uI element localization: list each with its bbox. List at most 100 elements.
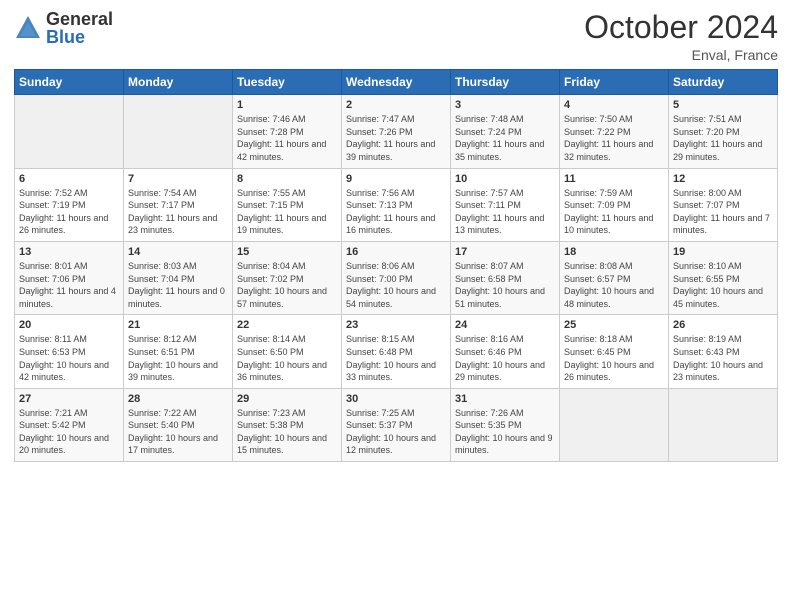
day-number: 10 xyxy=(455,173,555,185)
day-info: Sunrise: 8:07 AMSunset: 6:58 PMDaylight:… xyxy=(455,260,555,310)
weekday-header-saturday: Saturday xyxy=(669,70,778,95)
day-info: Sunrise: 8:00 AMSunset: 7:07 PMDaylight:… xyxy=(673,187,773,237)
calendar-table: SundayMondayTuesdayWednesdayThursdayFrid… xyxy=(14,69,778,462)
day-info: Sunrise: 7:52 AMSunset: 7:19 PMDaylight:… xyxy=(19,187,119,237)
day-info: Sunrise: 8:10 AMSunset: 6:55 PMDaylight:… xyxy=(673,260,773,310)
calendar-cell: 24Sunrise: 8:16 AMSunset: 6:46 PMDayligh… xyxy=(451,315,560,388)
calendar-cell: 3Sunrise: 7:48 AMSunset: 7:24 PMDaylight… xyxy=(451,95,560,168)
day-info: Sunrise: 8:16 AMSunset: 6:46 PMDaylight:… xyxy=(455,333,555,383)
day-number: 17 xyxy=(455,246,555,258)
day-info: Sunrise: 7:48 AMSunset: 7:24 PMDaylight:… xyxy=(455,113,555,163)
page-header: General Blue October 2024 Enval, France xyxy=(14,10,778,63)
day-number: 2 xyxy=(346,99,446,111)
day-info: Sunrise: 7:59 AMSunset: 7:09 PMDaylight:… xyxy=(564,187,664,237)
weekday-header-sunday: Sunday xyxy=(15,70,124,95)
day-number: 19 xyxy=(673,246,773,258)
day-info: Sunrise: 7:51 AMSunset: 7:20 PMDaylight:… xyxy=(673,113,773,163)
calendar-cell: 15Sunrise: 8:04 AMSunset: 7:02 PMDayligh… xyxy=(233,241,342,314)
day-info: Sunrise: 7:56 AMSunset: 7:13 PMDaylight:… xyxy=(346,187,446,237)
calendar-cell: 28 Sunrise: 7:22 AMSunset: 5:40 PMDayligh… xyxy=(124,388,233,461)
day-number: 8 xyxy=(237,173,337,185)
month-title: October 2024 xyxy=(584,10,778,45)
day-number: 30 xyxy=(346,393,446,405)
calendar-week-row: 13Sunrise: 8:01 AMSunset: 7:06 PMDayligh… xyxy=(15,241,778,314)
calendar-cell: 7 Sunrise: 7:54 AMSunset: 7:17 PMDaylight… xyxy=(124,168,233,241)
day-number: 5 xyxy=(673,99,773,111)
logo-text: General Blue xyxy=(46,10,113,46)
calendar-cell: 21 Sunrise: 8:12 AMSunset: 6:51 PMDayligh… xyxy=(124,315,233,388)
day-info: Sunrise: 8:15 AMSunset: 6:48 PMDaylight:… xyxy=(346,333,446,383)
calendar-cell: 10 Sunrise: 7:57 AMSunset: 7:11 PMDayligh… xyxy=(451,168,560,241)
day-number: 9 xyxy=(346,173,446,185)
calendar-week-row: 1 Sunrise: 7:46 AMSunset: 7:28 PMDaylight… xyxy=(15,95,778,168)
day-number: 18 xyxy=(564,246,664,258)
calendar-cell: 27Sunrise: 7:21 AMSunset: 5:42 PMDayligh… xyxy=(15,388,124,461)
day-info: Sunrise: 8:12 AMSunset: 6:51 PMDaylight:… xyxy=(128,333,228,383)
day-number: 1 xyxy=(237,99,337,111)
day-info: Sunrise: 8:14 AMSunset: 6:50 PMDaylight:… xyxy=(237,333,337,383)
calendar-cell: 30 Sunrise: 7:25 AMSunset: 5:37 PMDayligh… xyxy=(342,388,451,461)
day-number: 14 xyxy=(128,246,228,258)
logo-blue-text: Blue xyxy=(46,28,113,46)
title-block: October 2024 Enval, France xyxy=(584,10,778,63)
calendar-cell: 1 Sunrise: 7:46 AMSunset: 7:28 PMDaylight… xyxy=(233,95,342,168)
day-number: 22 xyxy=(237,319,337,331)
day-number: 26 xyxy=(673,319,773,331)
calendar-cell: 2Sunrise: 7:47 AMSunset: 7:26 PMDaylight… xyxy=(342,95,451,168)
calendar-cell: 18 Sunrise: 8:08 AMSunset: 6:57 PMDayligh… xyxy=(560,241,669,314)
day-info: Sunrise: 7:26 AMSunset: 5:35 PMDaylight:… xyxy=(455,407,555,457)
calendar-cell: 16 Sunrise: 8:06 AMSunset: 7:00 PMDayligh… xyxy=(342,241,451,314)
calendar-cell: 9 Sunrise: 7:56 AMSunset: 7:13 PMDaylight… xyxy=(342,168,451,241)
logo-general-text: General xyxy=(46,10,113,28)
day-info: Sunrise: 8:06 AMSunset: 7:00 PMDaylight:… xyxy=(346,260,446,310)
weekday-header-friday: Friday xyxy=(560,70,669,95)
day-number: 23 xyxy=(346,319,446,331)
day-number: 28 xyxy=(128,393,228,405)
day-number: 11 xyxy=(564,173,664,185)
day-number: 29 xyxy=(237,393,337,405)
day-info: Sunrise: 7:46 AMSunset: 7:28 PMDaylight:… xyxy=(237,113,337,163)
day-info: Sunrise: 7:23 AMSunset: 5:38 PMDaylight:… xyxy=(237,407,337,457)
day-info: Sunrise: 8:04 AMSunset: 7:02 PMDaylight:… xyxy=(237,260,337,310)
day-info: Sunrise: 7:21 AMSunset: 5:42 PMDaylight:… xyxy=(19,407,119,457)
calendar-cell: 4Sunrise: 7:50 AMSunset: 7:22 PMDaylight… xyxy=(560,95,669,168)
day-info: Sunrise: 8:08 AMSunset: 6:57 PMDaylight:… xyxy=(564,260,664,310)
weekday-header-thursday: Thursday xyxy=(451,70,560,95)
day-info: Sunrise: 7:25 AMSunset: 5:37 PMDaylight:… xyxy=(346,407,446,457)
calendar-cell: 5 Sunrise: 7:51 AMSunset: 7:20 PMDaylight… xyxy=(669,95,778,168)
location: Enval, France xyxy=(584,47,778,63)
calendar-week-row: 27Sunrise: 7:21 AMSunset: 5:42 PMDayligh… xyxy=(15,388,778,461)
calendar-cell: 14 Sunrise: 8:03 AMSunset: 7:04 PMDayligh… xyxy=(124,241,233,314)
calendar-cell: 17 Sunrise: 8:07 AMSunset: 6:58 PMDayligh… xyxy=(451,241,560,314)
day-number: 7 xyxy=(128,173,228,185)
calendar-cell: 19 Sunrise: 8:10 AMSunset: 6:55 PMDayligh… xyxy=(669,241,778,314)
day-number: 6 xyxy=(19,173,119,185)
calendar-week-row: 20Sunrise: 8:11 AMSunset: 6:53 PMDayligh… xyxy=(15,315,778,388)
day-info: Sunrise: 8:11 AMSunset: 6:53 PMDaylight:… xyxy=(19,333,119,383)
calendar-cell: 8 Sunrise: 7:55 AMSunset: 7:15 PMDaylight… xyxy=(233,168,342,241)
calendar-cell: 11 Sunrise: 7:59 AMSunset: 7:09 PMDayligh… xyxy=(560,168,669,241)
day-info: Sunrise: 7:55 AMSunset: 7:15 PMDaylight:… xyxy=(237,187,337,237)
day-info: Sunrise: 7:22 AMSunset: 5:40 PMDaylight:… xyxy=(128,407,228,457)
calendar-cell xyxy=(560,388,669,461)
day-number: 12 xyxy=(673,173,773,185)
day-info: Sunrise: 8:03 AMSunset: 7:04 PMDaylight:… xyxy=(128,260,228,310)
calendar-cell: 22 Sunrise: 8:14 AMSunset: 6:50 PMDayligh… xyxy=(233,315,342,388)
day-number: 13 xyxy=(19,246,119,258)
calendar-cell: 23 Sunrise: 8:15 AMSunset: 6:48 PMDayligh… xyxy=(342,315,451,388)
day-info: Sunrise: 8:18 AMSunset: 6:45 PMDaylight:… xyxy=(564,333,664,383)
calendar-cell: 25Sunrise: 8:18 AMSunset: 6:45 PMDayligh… xyxy=(560,315,669,388)
day-number: 16 xyxy=(346,246,446,258)
calendar-cell xyxy=(15,95,124,168)
day-number: 21 xyxy=(128,319,228,331)
logo: General Blue xyxy=(14,10,113,46)
day-info: Sunrise: 7:50 AMSunset: 7:22 PMDaylight:… xyxy=(564,113,664,163)
calendar-cell: 26Sunrise: 8:19 AMSunset: 6:43 PMDayligh… xyxy=(669,315,778,388)
calendar-cell: 29 Sunrise: 7:23 AMSunset: 5:38 PMDayligh… xyxy=(233,388,342,461)
calendar-cell xyxy=(124,95,233,168)
day-info: Sunrise: 7:57 AMSunset: 7:11 PMDaylight:… xyxy=(455,187,555,237)
weekday-header-row: SundayMondayTuesdayWednesdayThursdayFrid… xyxy=(15,70,778,95)
day-info: Sunrise: 7:54 AMSunset: 7:17 PMDaylight:… xyxy=(128,187,228,237)
calendar-cell xyxy=(669,388,778,461)
calendar-cell: 20Sunrise: 8:11 AMSunset: 6:53 PMDayligh… xyxy=(15,315,124,388)
